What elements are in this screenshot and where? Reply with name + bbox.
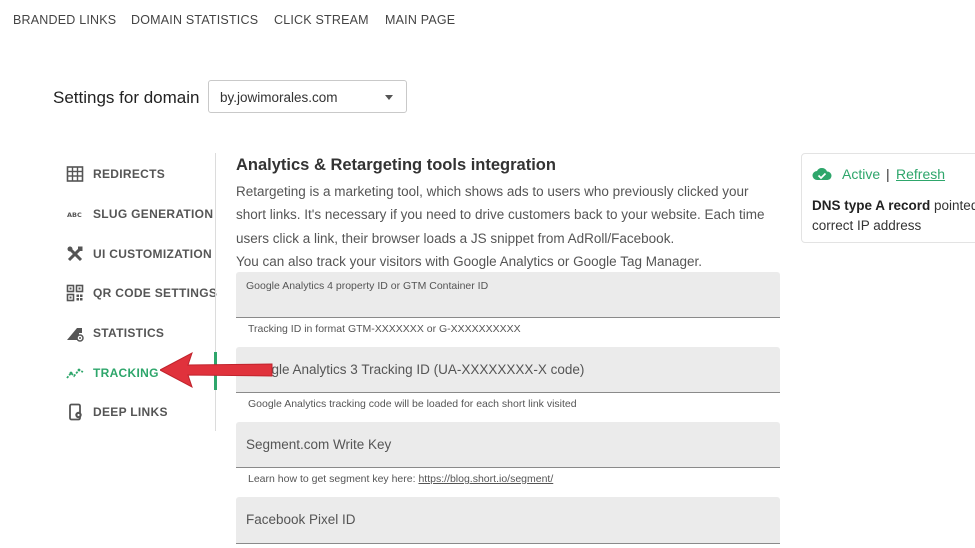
sidebar-item-label: DEEP LINKS <box>93 405 168 419</box>
abc-icon: ABC <box>67 211 82 219</box>
sidebar-item-label: QR CODE SETTINGS <box>93 286 218 300</box>
top-navigation: BRANDED LINKS DOMAIN STATISTICS CLICK ST… <box>0 0 975 40</box>
description-line: short links. It's necessary if you need … <box>236 207 765 223</box>
domain-status-card: Active | Refresh DNS type A record point… <box>801 153 975 243</box>
sidebar-item-slug-generation[interactable]: ABC SLUG GENERATION <box>66 202 216 226</box>
nav-main-page[interactable]: MAIN PAGE <box>385 13 455 27</box>
table-icon <box>66 166 84 182</box>
deep-link-icon <box>69 403 82 421</box>
description-line: Retargeting is a marketing tool, which s… <box>236 184 749 199</box>
cloud-check-icon <box>812 168 832 180</box>
facebook-pixel-id-field[interactable]: Facebook Pixel ID <box>236 497 780 544</box>
annotation-arrow-icon <box>160 351 273 389</box>
qr-code-icon <box>66 284 84 302</box>
domain-select-value: by.jowimorales.com <box>220 90 338 105</box>
sidebar-item-deep-links[interactable]: DEEP LINKS <box>66 400 216 424</box>
statistics-icon <box>67 328 84 342</box>
tracking-icon <box>66 368 84 379</box>
description-line: You can also track your visitors with Go… <box>236 253 703 269</box>
status-separator: | <box>886 166 890 182</box>
chevron-down-icon <box>385 95 393 100</box>
ga3-tracking-id-helper: Google Analytics tracking code will be l… <box>248 398 577 410</box>
sidebar-item-statistics[interactable]: STATISTICS <box>66 321 216 345</box>
nav-click-stream[interactable]: CLICK STREAM <box>274 13 369 27</box>
nav-domain-statistics[interactable]: DOMAIN STATISTICS <box>131 13 258 27</box>
ga4-id-field[interactable]: Google Analytics 4 property ID or GTM Co… <box>236 272 780 318</box>
ga4-id-placeholder: Google Analytics 4 property ID or GTM Co… <box>246 280 489 292</box>
sidebar-item-label: UI CUSTOMIZATION <box>93 247 213 261</box>
dns-record-label: DNS type A record <box>812 198 931 213</box>
sidebar-item-redirects[interactable]: REDIRECTS <box>66 162 216 186</box>
page-title: Settings for domain <box>53 88 200 107</box>
status-badge: Active <box>842 166 881 182</box>
sidebar-item-qr-code-settings[interactable]: QR CODE SETTINGS <box>66 281 218 305</box>
segment-help-link[interactable]: https://blog.short.io/segment/ <box>418 473 553 485</box>
sidebar-item-label: REDIRECTS <box>93 167 166 181</box>
dns-status-text: DNS type A record pointed to correct IP … <box>812 196 975 236</box>
tools-icon <box>67 246 83 262</box>
sidebar-item-label: TRACKING <box>93 366 159 380</box>
segment-helper: Learn how to get segment key here: https… <box>248 473 553 485</box>
facebook-pixel-id-placeholder: Facebook Pixel ID <box>246 512 356 527</box>
section-description: Retargeting is a marketing tool, which s… <box>236 180 781 273</box>
svg-text:ABC: ABC <box>67 211 82 219</box>
sidebar-item-ui-customization[interactable]: UI CUSTOMIZATION <box>66 242 216 266</box>
section-title: Analytics & Retargeting tools integratio… <box>236 156 556 174</box>
sidebar-item-label: SLUG GENERATION <box>93 207 214 221</box>
ga3-tracking-id-placeholder: Google Analytics 3 Tracking ID (UA-XXXXX… <box>246 362 585 377</box>
ga4-id-helper: Tracking ID in format GTM-XXXXXXX or G-X… <box>248 323 521 335</box>
segment-write-key-field[interactable]: Segment.com Write Key <box>236 422 780 468</box>
dns-record-text: pointed to <box>934 198 975 213</box>
segment-write-key-placeholder: Segment.com Write Key <box>246 437 392 452</box>
ga3-tracking-id-field[interactable]: Google Analytics 3 Tracking ID (UA-XXXXX… <box>236 347 780 393</box>
dns-record-text-line2: correct IP address <box>812 218 922 233</box>
domain-select[interactable]: by.jowimorales.com <box>208 80 407 113</box>
sidebar-item-label: STATISTICS <box>93 326 165 340</box>
description-line: users click a link, their browser loads … <box>236 230 675 246</box>
segment-helper-text: Learn how to get segment key here: <box>248 473 419 485</box>
refresh-link[interactable]: Refresh <box>896 166 945 182</box>
nav-branded-links[interactable]: BRANDED LINKS <box>13 13 116 27</box>
